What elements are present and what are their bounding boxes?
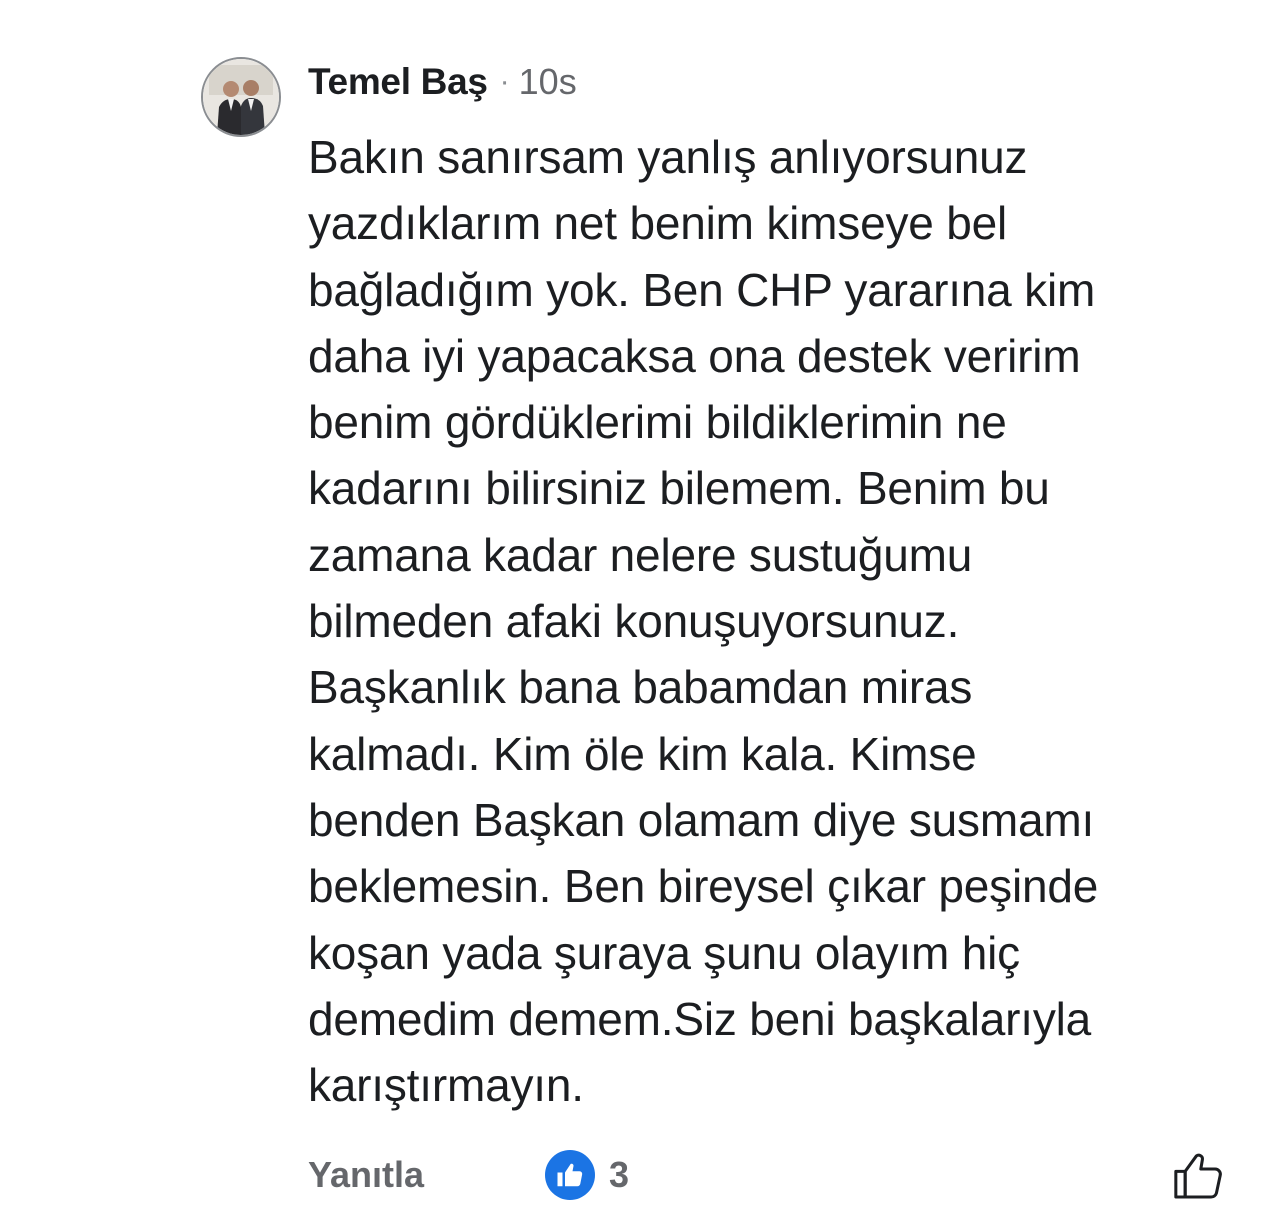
comment-body-line: beklemesin. Ben bireysel çıkar peşinde (308, 860, 1099, 913)
comment-body-line: daha iyi yapacaksa ona destek veririm (308, 329, 1081, 382)
author-name[interactable]: Temel Baş (308, 61, 488, 103)
thumbs-up-outline-icon (1174, 1153, 1222, 1199)
comment-body-line: Başkanlık bana babamdan miras (308, 661, 973, 714)
reaction-count: 3 (609, 1154, 630, 1195)
reaction-summary[interactable]: 3 (545, 1150, 629, 1200)
comment-body-line: yazdıklarım net benim kimseye bel (308, 197, 1008, 250)
comment-body-line: Bakın sanırsam yanlış anlıyorsunuz (308, 131, 1028, 183)
profile-photo-icon (203, 59, 279, 135)
comment-body-line: karıştırmayın. (308, 1059, 584, 1112)
comment-body-line: bilmeden afaki konuşuyorsunuz. (308, 595, 960, 648)
comment-body: Bakın sanırsam yanlış anlıyorsunuz yazdı… (308, 124, 1248, 1118)
header-separator: · (499, 65, 510, 98)
comment-body-line: benden Başkan olamam diye susmamı (308, 793, 1095, 846)
comment-body-line: kalmadı. Kim öle kim kala. Kimse (308, 727, 977, 780)
comment-body-line: demedim demem.Siz beni başkalarıyla (308, 992, 1092, 1045)
comment-body-line: bağladığım yok. Ben CHP yararına kim (308, 263, 1096, 316)
comment-timestamp[interactable]: 10s (519, 61, 577, 103)
comment-body-line: kadarını bilirsiniz bilemem. Benim bu (308, 462, 1050, 515)
comment: Temel Baş · 10s Bakın sanırsam yanlış an… (0, 0, 1280, 1230)
like-reaction-icon (545, 1150, 595, 1200)
comment-body-line: koşan yada şuraya şunu olayım hiç (308, 926, 1020, 979)
comment-body-line: benim gördüklerimi bildiklerimin ne (308, 396, 1007, 449)
comment-header: Temel Baş · 10s (308, 58, 577, 106)
avatar[interactable] (201, 57, 281, 137)
comment-body-line: zamana kadar nelere sustuğumu (308, 528, 973, 581)
reply-button[interactable]: Yanıtla (308, 1150, 424, 1200)
like-button[interactable] (1170, 1148, 1226, 1204)
